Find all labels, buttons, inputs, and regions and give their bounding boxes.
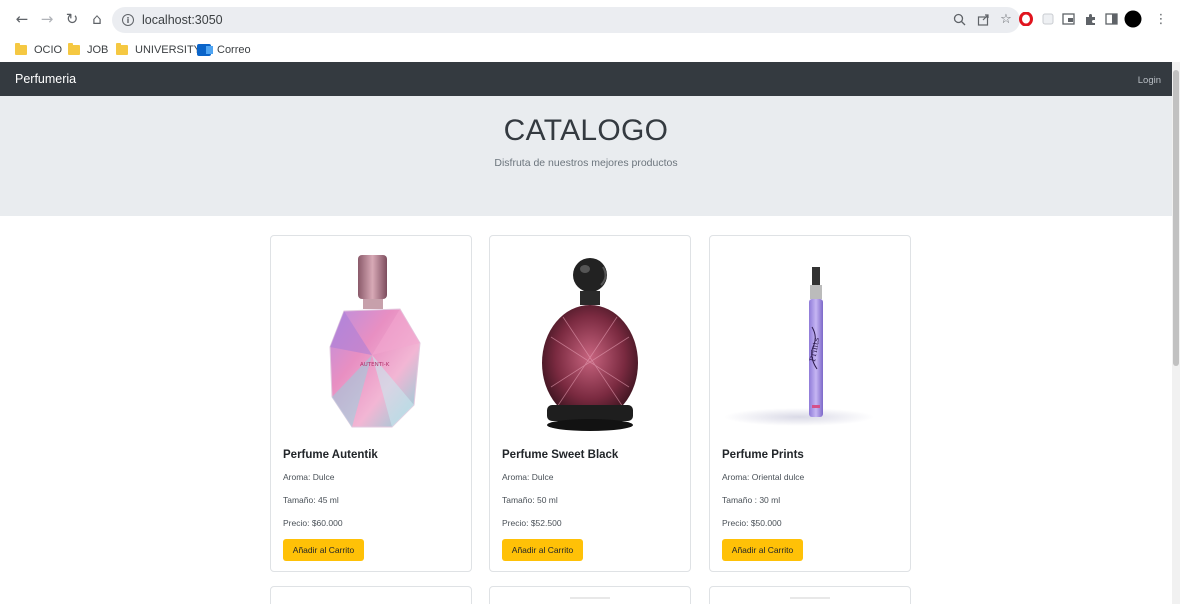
bookmark-university[interactable]: UNIVERSITY bbox=[116, 42, 201, 58]
extension-icon[interactable] bbox=[1040, 11, 1056, 27]
outlook-icon bbox=[197, 44, 213, 56]
forward-icon[interactable]: → bbox=[37, 9, 57, 29]
opera-icon[interactable] bbox=[1018, 11, 1034, 27]
page-title: CATALOGO bbox=[503, 114, 669, 147]
navbar-brand[interactable]: Perfumeria bbox=[15, 72, 76, 86]
bookmark-correo[interactable]: Correo bbox=[197, 42, 251, 58]
product-image-autentik: AUTENTI-K bbox=[329, 255, 421, 428]
product-card-partial bbox=[270, 586, 472, 604]
product-name: Perfume Prints bbox=[722, 449, 804, 461]
hero-banner: CATALOGO Disfruta de nuestros mejores pr… bbox=[0, 96, 1172, 216]
browser-toolbar: ← → ↻ ⌂ i localhost:3050 ☆ ⋮ bbox=[0, 0, 1180, 38]
zoom-icon[interactable] bbox=[951, 11, 967, 27]
product-image-prints: Prints bbox=[724, 267, 874, 426]
product-image-partial bbox=[790, 597, 830, 599]
product-size: Tamaño : 30 ml bbox=[722, 495, 781, 505]
page-scrollbar[interactable] bbox=[1172, 62, 1180, 604]
bottle-label-text: AUTENTI-K bbox=[360, 362, 390, 368]
product-image-partial bbox=[570, 597, 610, 599]
site-info-icon[interactable]: i bbox=[122, 14, 134, 26]
extensions-puzzle-icon[interactable] bbox=[1082, 11, 1098, 27]
product-aroma: Aroma: Oriental dulce bbox=[722, 472, 805, 482]
product-card-partial bbox=[489, 586, 691, 604]
folder-icon bbox=[116, 43, 128, 55]
bookmark-label: OCIO bbox=[34, 44, 63, 56]
add-to-cart-button[interactable]: Añadir al Carrito bbox=[283, 539, 364, 561]
app-navbar: Perfumeria Login bbox=[0, 62, 1180, 96]
bookmarks-bar: OCIO JOB UNIVERSITY Correo bbox=[0, 38, 1180, 62]
bookmark-label: UNIVERSITY bbox=[135, 44, 202, 56]
add-to-cart-button[interactable]: Añadir al Carrito bbox=[502, 539, 583, 561]
page-subtitle: Disfruta de nuestros mejores productos bbox=[494, 157, 678, 169]
folder-icon bbox=[15, 43, 27, 55]
address-bar[interactable]: i localhost:3050 bbox=[112, 7, 1020, 33]
product-price: Precio: $50.000 bbox=[722, 518, 782, 528]
address-url: localhost:3050 bbox=[142, 13, 223, 27]
product-card: Perfume Sweet Black Aroma: Dulce Tamaño:… bbox=[489, 235, 691, 572]
add-to-cart-button[interactable]: Añadir al Carrito bbox=[722, 539, 803, 561]
product-price: Precio: $60.000 bbox=[283, 518, 343, 528]
share-icon[interactable] bbox=[975, 11, 991, 27]
home-icon[interactable]: ⌂ bbox=[87, 9, 107, 29]
bookmark-label: JOB bbox=[87, 44, 109, 56]
product-name: Perfume Autentik bbox=[283, 449, 378, 461]
back-icon[interactable]: ← bbox=[12, 9, 32, 29]
bookmark-star-icon[interactable]: ☆ bbox=[998, 11, 1014, 27]
scrollbar-thumb[interactable] bbox=[1173, 70, 1179, 366]
folder-icon bbox=[68, 43, 80, 55]
reload-icon[interactable]: ↻ bbox=[62, 9, 82, 29]
bookmark-job[interactable]: JOB bbox=[68, 42, 108, 58]
bookmark-label: Correo bbox=[217, 44, 251, 56]
product-price: Precio: $52.500 bbox=[502, 518, 562, 528]
bookmark-ocio[interactable]: OCIO bbox=[15, 42, 62, 58]
product-size: Tamaño: 45 ml bbox=[283, 495, 339, 505]
product-size: Tamaño: 50 ml bbox=[502, 495, 558, 505]
product-card: Prints Perfume Prints Aroma: Oriental du… bbox=[709, 235, 911, 572]
product-image-sweet-black bbox=[542, 258, 638, 431]
product-aroma: Aroma: Dulce bbox=[502, 472, 554, 482]
profile-avatar-icon[interactable] bbox=[1124, 10, 1142, 28]
side-panel-icon[interactable] bbox=[1103, 11, 1119, 27]
product-card: AUTENTI-K Perfume Autentik Aroma: Dulce … bbox=[270, 235, 472, 572]
product-card-partial bbox=[709, 586, 911, 604]
login-link[interactable]: Login bbox=[1138, 75, 1161, 86]
product-name: Perfume Sweet Black bbox=[502, 449, 619, 461]
product-aroma: Aroma: Dulce bbox=[283, 472, 335, 482]
picture-in-picture-icon[interactable] bbox=[1060, 11, 1076, 27]
browser-menu-icon[interactable]: ⋮ bbox=[1153, 11, 1169, 27]
